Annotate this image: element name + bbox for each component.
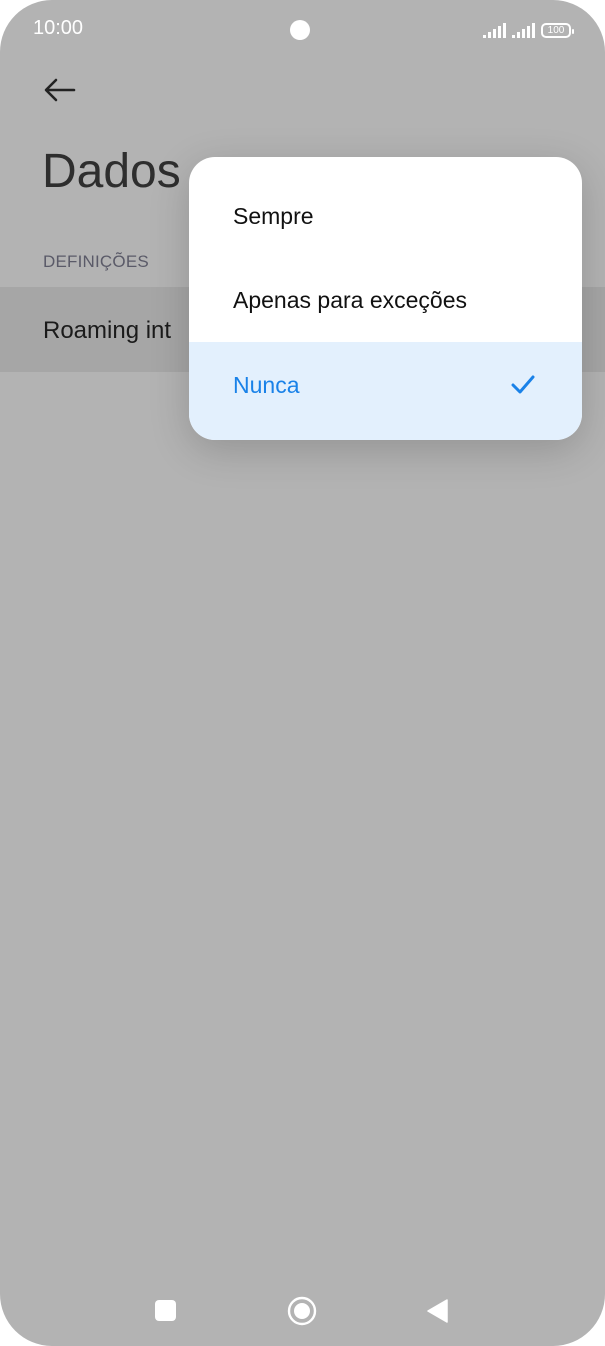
option-apenas-excecoes[interactable]: Apenas para exceções bbox=[189, 258, 582, 342]
navigation-bar bbox=[0, 1280, 605, 1340]
section-label: DEFINIÇÕES bbox=[43, 252, 149, 271]
option-sempre[interactable]: Sempre bbox=[189, 174, 582, 258]
status-icons: 100 bbox=[483, 20, 574, 38]
phone-screen: 10:00 100 Dados DEFINIÇÕES Roaming int S… bbox=[0, 0, 605, 1346]
home-circle-icon[interactable] bbox=[287, 1296, 317, 1326]
signal-icon-2 bbox=[512, 22, 535, 38]
option-nunca[interactable]: Nunca bbox=[189, 342, 582, 440]
recents-square-icon[interactable] bbox=[155, 1300, 176, 1321]
battery-level: 100 bbox=[547, 24, 565, 36]
battery-icon: 100 bbox=[541, 23, 574, 38]
back-arrow-icon[interactable] bbox=[40, 72, 80, 112]
checkmark-icon bbox=[511, 375, 535, 394]
option-label: Sempre bbox=[233, 202, 314, 229]
roaming-options-popup: Sempre Apenas para exceções Nunca bbox=[189, 157, 582, 440]
nav-back-triangle-icon[interactable] bbox=[426, 1299, 448, 1323]
option-label: Nunca bbox=[233, 371, 300, 398]
settings-row-label: Roaming int bbox=[43, 317, 172, 344]
front-camera bbox=[290, 20, 310, 40]
status-bar: 10:00 100 bbox=[0, 0, 605, 58]
page-title: Dados bbox=[42, 145, 181, 198]
signal-icon bbox=[483, 22, 506, 38]
option-label: Apenas para exceções bbox=[233, 286, 467, 313]
status-time: 10:00 bbox=[33, 17, 84, 39]
